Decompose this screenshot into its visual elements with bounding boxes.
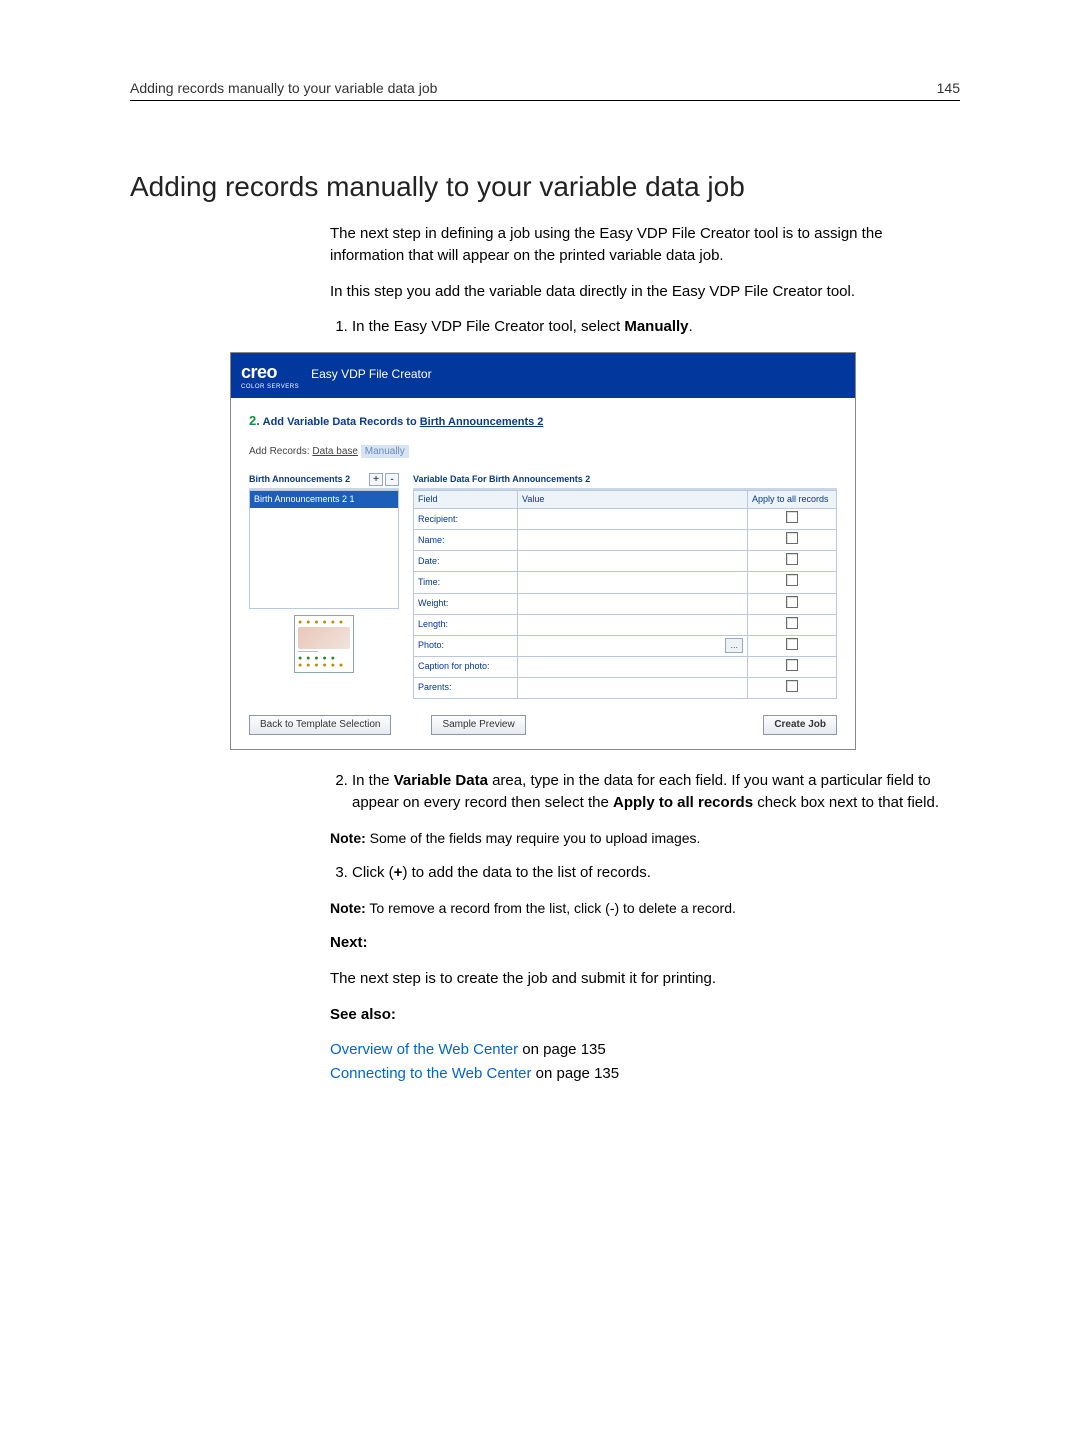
see-also-2-suffix: on page 135 xyxy=(532,1065,620,1082)
page-number: 145 xyxy=(937,80,960,96)
field-label: Photo: xyxy=(414,635,518,656)
records-list-heading: Birth Announcements 2 xyxy=(249,473,350,486)
see-also-1-suffix: on page 135 xyxy=(518,1041,606,1058)
table-row: Time: xyxy=(414,572,837,593)
logo-text: creo xyxy=(241,362,277,382)
browse-photo-button[interactable]: ... xyxy=(725,638,743,653)
step-1-post: . xyxy=(689,318,693,335)
table-row: Name: xyxy=(414,530,837,551)
see-also-link-1: Overview of the Web Center on page 135 xyxy=(330,1039,960,1061)
value-input-cell[interactable] xyxy=(518,572,748,593)
logo-subtext: COLOR SERVERS xyxy=(241,383,299,392)
table-row: Length: xyxy=(414,614,837,635)
add-records-database-link[interactable]: Data base xyxy=(312,446,358,457)
field-label: Parents: xyxy=(414,677,518,698)
field-label: Name: xyxy=(414,530,518,551)
col-apply-header: Apply to all records xyxy=(748,491,837,509)
step-3: Click (+) to add the data to the list of… xyxy=(352,862,960,884)
apply-all-checkbox[interactable] xyxy=(786,596,798,608)
apply-all-checkbox[interactable] xyxy=(786,659,798,671)
apply-all-checkbox[interactable] xyxy=(786,532,798,544)
note-1: Note: Some of the fields may require you… xyxy=(330,828,960,848)
remove-record-button[interactable]: - xyxy=(385,473,399,486)
wizard-step-line: 2. Add Variable Data Records to Birth An… xyxy=(249,412,837,431)
value-input-cell[interactable] xyxy=(518,614,748,635)
wizard-step-number: 2. xyxy=(249,413,260,428)
note-1-label: Note: xyxy=(330,830,366,846)
value-input-cell[interactable]: ... xyxy=(518,635,748,656)
add-record-button[interactable]: + xyxy=(369,473,383,486)
note-2-label: Note: xyxy=(330,900,366,916)
step-1-text: In the Easy VDP File Creator tool, selec… xyxy=(352,318,624,335)
step-2-post: check box next to that field. xyxy=(753,794,939,811)
value-input-cell[interactable] xyxy=(518,551,748,572)
step-2: In the Variable Data area, type in the d… xyxy=(352,770,960,814)
step-3-pre: Click ( xyxy=(352,864,394,881)
value-input-cell[interactable] xyxy=(518,677,748,698)
apply-all-checkbox[interactable] xyxy=(786,553,798,565)
step-2-bold-2: Apply to all records xyxy=(613,794,753,811)
table-row: Recipient: xyxy=(414,509,837,530)
link-connecting-web-center[interactable]: Connecting to the Web Center xyxy=(330,1065,532,1082)
field-label: Date: xyxy=(414,551,518,572)
note-1-text: Some of the fields may require you to up… xyxy=(366,830,701,846)
note-2-text: To remove a record from the list, click … xyxy=(366,900,736,916)
intro-paragraph-1: The next step in defining a job using th… xyxy=(330,223,960,267)
step-3-post: ) to add the data to the list of records… xyxy=(402,864,650,881)
table-row: Date: xyxy=(414,551,837,572)
apply-all-checkbox[interactable] xyxy=(786,617,798,629)
apply-all-checkbox[interactable] xyxy=(786,574,798,586)
page-title: Adding records manually to your variable… xyxy=(130,171,960,203)
value-input-cell[interactable] xyxy=(518,593,748,614)
value-input-cell[interactable] xyxy=(518,509,748,530)
see-also-heading: See also: xyxy=(330,1004,960,1026)
apply-all-checkbox[interactable] xyxy=(786,680,798,692)
col-field-header: Field xyxy=(414,491,518,509)
wizard-step-link[interactable]: Birth Announcements 2 xyxy=(420,416,544,428)
screenshot-easy-vdp: creo COLOR SERVERS Easy VDP File Creator… xyxy=(230,352,856,750)
link-overview-web-center[interactable]: Overview of the Web Center xyxy=(330,1041,518,1058)
wizard-step-text: Add Variable Data Records to xyxy=(263,416,420,428)
table-row: Photo: ... xyxy=(414,635,837,656)
field-label: Length: xyxy=(414,614,518,635)
create-job-button[interactable]: Create Job xyxy=(763,715,837,736)
variable-data-table: Field Value Apply to all records Recipie… xyxy=(413,490,837,698)
apply-all-checkbox[interactable] xyxy=(786,638,798,650)
record-list-item[interactable]: Birth Announcements 2 1 xyxy=(250,491,398,508)
add-records-mode: Add Records: Data base Manually xyxy=(249,445,837,460)
variable-data-heading: Variable Data For Birth Announcements 2 xyxy=(413,473,837,490)
intro-paragraph-2: In this step you add the variable data d… xyxy=(330,281,960,303)
add-records-manually-tab[interactable]: Manually xyxy=(361,445,409,458)
field-label: Caption for photo: xyxy=(414,656,518,677)
running-header: Adding records manually to your variable… xyxy=(130,80,960,101)
next-text: The next step is to create the job and s… xyxy=(330,968,960,990)
back-to-template-button[interactable]: Back to Template Selection xyxy=(249,715,391,736)
sample-preview-button[interactable]: Sample Preview xyxy=(431,715,525,736)
note-2: Note: To remove a record from the list, … xyxy=(330,898,960,918)
table-row: Caption for photo: xyxy=(414,656,837,677)
col-value-header: Value xyxy=(518,491,748,509)
apply-all-checkbox[interactable] xyxy=(786,511,798,523)
records-list[interactable]: Birth Announcements 2 1 xyxy=(249,490,399,609)
field-label: Recipient: xyxy=(414,509,518,530)
value-input-cell[interactable] xyxy=(518,656,748,677)
add-records-label: Add Records: xyxy=(249,446,310,457)
table-row: Weight: xyxy=(414,593,837,614)
running-title: Adding records manually to your variable… xyxy=(130,80,437,96)
see-also-link-2: Connecting to the Web Center on page 135 xyxy=(330,1063,960,1085)
screenshot-header: creo COLOR SERVERS Easy VDP File Creator xyxy=(231,353,855,398)
step-2-bold-1: Variable Data xyxy=(394,772,488,789)
step-1: In the Easy VDP File Creator tool, selec… xyxy=(352,316,960,338)
app-title: Easy VDP File Creator xyxy=(311,366,432,383)
field-label: Weight: xyxy=(414,593,518,614)
next-heading: Next: xyxy=(330,932,960,954)
step-1-bold: Manually xyxy=(624,318,688,335)
field-label: Time: xyxy=(414,572,518,593)
value-input-cell[interactable] xyxy=(518,530,748,551)
step-2-pre: In the xyxy=(352,772,394,789)
creo-logo: creo COLOR SERVERS xyxy=(241,359,299,392)
table-row: Parents: xyxy=(414,677,837,698)
template-thumbnail: ● ● ● ● ● ● ———— ● ● ● ● ● ● ● ● ● ● ● xyxy=(294,615,354,673)
